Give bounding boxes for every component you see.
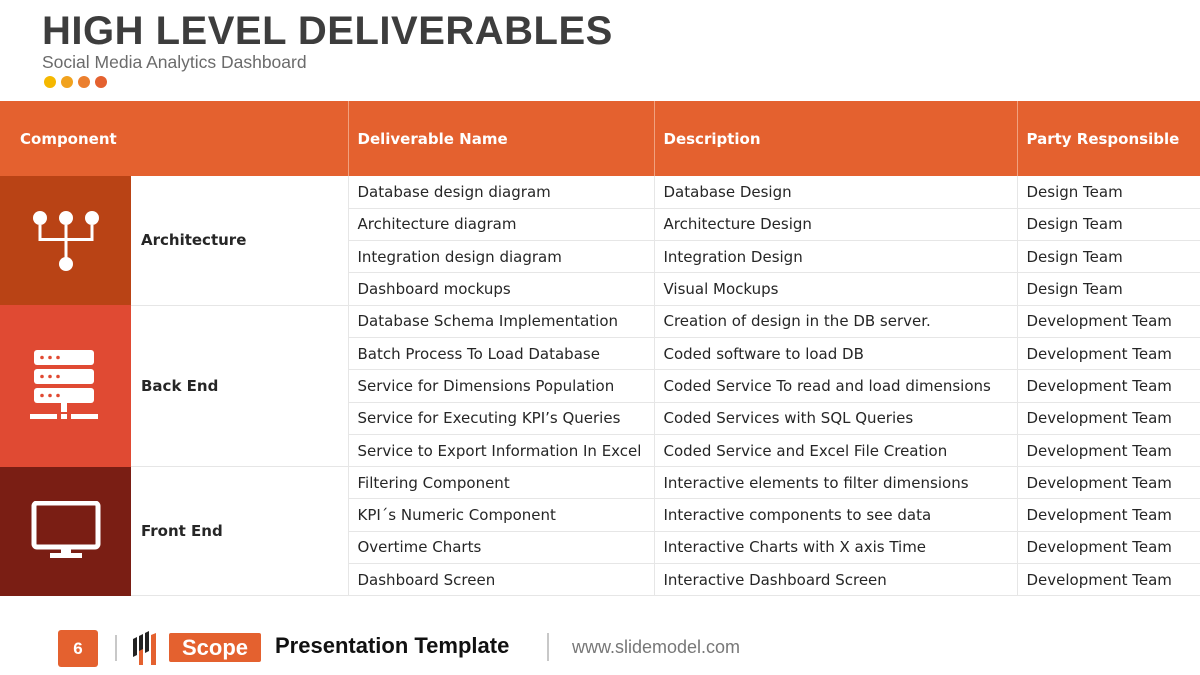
column-header-description: Description xyxy=(653,101,1017,176)
party-responsible-cell: Development Team xyxy=(1016,434,1200,468)
dot-1 xyxy=(44,76,56,88)
party-responsible-cell: Design Team xyxy=(1016,176,1200,209)
table-row: Front End Filtering Component Interactive … xyxy=(0,466,1200,597)
footer-divider xyxy=(115,635,117,661)
deliverable-name-cell: KPI´s Numeric Component xyxy=(347,498,654,532)
footer: 6 Scope Presentation Template www.slidem… xyxy=(0,625,1200,670)
party-responsible-cell: Development Team xyxy=(1016,466,1200,500)
deliverable-name-cell: Database Schema Implementation xyxy=(347,305,654,338)
component-icon-cell xyxy=(0,305,131,467)
deliverable-name-cell: Dashboard mockups xyxy=(347,272,654,306)
slidemodel-logo-icon xyxy=(133,631,156,665)
hierarchy-network-icon xyxy=(0,209,131,273)
dot-4 xyxy=(95,76,107,88)
deliverable-name-cell: Dashboard Screen xyxy=(347,563,654,597)
description-cell: Interactive elements to filter dimension… xyxy=(653,466,1017,500)
table-row: Back End Database Schema Implementation Cr… xyxy=(0,304,1200,468)
deliverable-name-cell: Integration design diagram xyxy=(347,240,654,274)
party-responsible-cell: Development Team xyxy=(1016,305,1200,338)
description-cell: Architecture Design xyxy=(653,208,1017,242)
deliverable-name-cell: Service for Dimensions Population xyxy=(347,369,654,403)
column-header-deliverable: Deliverable Name xyxy=(347,101,654,176)
deliverable-name-cell: Database design diagram xyxy=(347,176,654,209)
description-cell: Coded Service and Excel File Creation xyxy=(653,434,1017,468)
scope-badge: Scope xyxy=(169,633,262,662)
description-cell: Coded Services with SQL Queries xyxy=(653,402,1017,435)
page-number: 6 xyxy=(58,630,98,667)
deliverable-name-cell: Overtime Charts xyxy=(347,531,654,565)
party-responsible-cell: Development Team xyxy=(1016,369,1200,403)
website-link[interactable]: www.slidemodel.com xyxy=(572,637,740,658)
component-label: Architecture xyxy=(131,176,348,306)
party-responsible-cell: Design Team xyxy=(1016,240,1200,274)
component-icon-cell xyxy=(0,466,131,596)
server-stack-icon xyxy=(0,349,131,422)
footer-divider-2 xyxy=(547,633,549,661)
dot-2 xyxy=(61,76,73,88)
description-cell: Interactive Charts with X axis Time xyxy=(653,531,1017,565)
component-icon-cell xyxy=(0,176,131,306)
deliverable-name-cell: Batch Process To Load Database xyxy=(347,337,654,371)
dot-3 xyxy=(78,76,90,88)
table-body: Architecture Database design diagram Datab… xyxy=(0,176,1200,597)
party-responsible-cell: Development Team xyxy=(1016,531,1200,565)
deliverable-name-cell: Architecture diagram xyxy=(347,208,654,242)
column-header-component: Component xyxy=(0,101,348,176)
description-cell: Coded Service To read and load dimension… xyxy=(653,369,1017,403)
deliverable-name-cell: Filtering Component xyxy=(347,466,654,500)
description-cell: Coded software to load DB xyxy=(653,337,1017,371)
template-title: Presentation Template xyxy=(275,633,510,658)
description-cell: Database Design xyxy=(653,176,1017,209)
party-responsible-cell: Development Team xyxy=(1016,402,1200,435)
party-responsible-cell: Design Team xyxy=(1016,272,1200,306)
deliverables-table: Component Deliverable Name Description P… xyxy=(0,101,1200,597)
component-label: Back End xyxy=(131,304,348,468)
slide-subtitle: Social Media Analytics Dashboard xyxy=(42,52,307,72)
column-header-party: Party Responsible xyxy=(1016,101,1200,176)
slide-title: HIGH LEVEL DELIVERABLES xyxy=(42,9,613,53)
party-responsible-cell: Development Team xyxy=(1016,337,1200,371)
party-responsible-cell: Design Team xyxy=(1016,208,1200,242)
monitor-icon xyxy=(0,501,131,561)
party-responsible-cell: Development Team xyxy=(1016,563,1200,597)
description-cell: Interactive Dashboard Screen xyxy=(653,563,1017,597)
component-label: Front End xyxy=(131,466,348,597)
description-cell: Visual Mockups xyxy=(653,272,1017,306)
table-header-row: Component Deliverable Name Description P… xyxy=(0,101,1200,176)
party-responsible-cell: Development Team xyxy=(1016,498,1200,532)
description-cell: Integration Design xyxy=(653,240,1017,274)
description-cell: Interactive components to see data xyxy=(653,498,1017,532)
table-row: Architecture Database design diagram Datab… xyxy=(0,176,1200,306)
description-cell: Creation of design in the DB server. xyxy=(653,305,1017,338)
deliverable-name-cell: Service to Export Information In Excel xyxy=(347,434,654,468)
decorative-dots xyxy=(44,76,107,88)
deliverable-name-cell: Service for Executing KPI’s Queries xyxy=(347,402,654,435)
